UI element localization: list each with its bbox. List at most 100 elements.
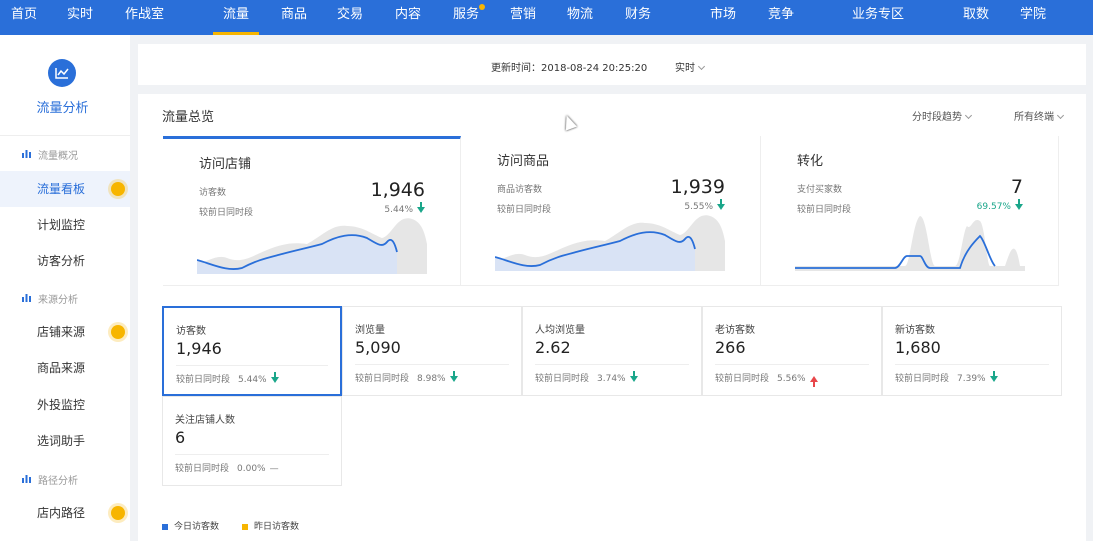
metric-value: 1,946 bbox=[176, 339, 222, 358]
sidebar-group-overview: 流量概况 bbox=[0, 143, 130, 165]
top-navigation: 首页 实时 作战室 流量 商品 交易 内容 服务 营销 物流 财务 市场 竞争 … bbox=[0, 0, 1093, 35]
sidebar-item-traffic-board[interactable]: 流量看板 bbox=[0, 171, 130, 207]
highlight-sun-icon bbox=[111, 182, 125, 196]
metric-label: 浏览量 bbox=[355, 325, 385, 336]
legend-label: 昨日访客数 bbox=[254, 522, 300, 532]
notification-dot-icon bbox=[479, 4, 486, 10]
sidebar-item-label: 计划监控 bbox=[37, 218, 86, 232]
legend-swatch bbox=[162, 523, 168, 530]
summary-card-store-visits[interactable]: 访问店铺 访客数 1,946 较前日同时段 5.44% bbox=[163, 136, 461, 286]
card-title: 访问店铺 bbox=[199, 157, 252, 172]
metric-label: 人均浏览量 bbox=[535, 325, 585, 336]
metric-label: 访客数 bbox=[176, 326, 206, 337]
panel-title: 流量总览 bbox=[162, 110, 215, 125]
update-time: 更新时间：2018-08-24 20:25:20 bbox=[491, 63, 648, 74]
sidebar-item-visitor-analysis[interactable]: 访客分析 bbox=[0, 243, 130, 279]
nav-service[interactable]: 服务 bbox=[453, 0, 486, 35]
sidebar-item-plan-monitor[interactable]: 计划监控 bbox=[0, 207, 130, 243]
sidebar-group-source: 来源分析 bbox=[0, 287, 130, 309]
divider bbox=[895, 364, 1049, 365]
metric-change: 8.98% bbox=[417, 374, 446, 384]
flat-dash-icon: — bbox=[269, 464, 279, 474]
arrow-down-icon bbox=[417, 201, 425, 213]
metric-change: 7.39% bbox=[957, 374, 986, 384]
nav-traffic[interactable]: 流量 bbox=[213, 0, 260, 35]
sidebar-item-product-source[interactable]: 商品来源 bbox=[0, 350, 130, 386]
metric-change: 5.44% bbox=[238, 375, 267, 385]
sidebar-item-keyword-helper[interactable]: 选词助手 bbox=[0, 423, 130, 459]
nav-competition[interactable]: 竞争 bbox=[768, 0, 794, 35]
legend-swatch bbox=[242, 523, 248, 530]
sidebar-item-label: 外投监控 bbox=[37, 398, 86, 412]
traffic-overview-panel: 流量总览 分时段趋势 所有终端 访问店铺 访客数 1,946 较前日同时段 5.… bbox=[138, 94, 1086, 541]
active-tab-indicator bbox=[213, 32, 260, 35]
summary-card-product-visits[interactable]: 访问商品 商品访客数 1,939 较前日同时段 5.55% bbox=[461, 136, 761, 286]
mode-select[interactable]: 实时 bbox=[675, 59, 706, 74]
nav-data-fetch[interactable]: 取数 bbox=[963, 0, 989, 35]
metric-compare: 较前日同时段 3.74% bbox=[535, 370, 638, 384]
arrow-down-icon bbox=[1015, 198, 1023, 210]
sparkline-chart bbox=[197, 218, 427, 274]
legend-yesterday[interactable]: 昨日访客数 bbox=[242, 519, 299, 532]
divider bbox=[176, 365, 328, 366]
metric-value: 2.62 bbox=[535, 338, 571, 357]
nav-transactions[interactable]: 交易 bbox=[337, 0, 363, 35]
metric-store-followers[interactable]: 关注店铺人数 6 较前日同时段 0.00% — bbox=[162, 396, 342, 486]
arrow-down-icon bbox=[717, 198, 725, 210]
summary-card-conversion[interactable]: 转化 支付买家数 7 较前日同时段 69.57% bbox=[761, 136, 1059, 286]
sparkline-chart bbox=[495, 215, 725, 271]
nav-business-zone[interactable]: 业务专区 bbox=[852, 0, 904, 35]
card-label: 支付买家数 bbox=[797, 185, 843, 195]
nav-market[interactable]: 市场 bbox=[710, 0, 736, 35]
chevron-down-icon bbox=[964, 111, 973, 120]
sidebar-item-store-source[interactable]: 店铺来源 bbox=[0, 314, 130, 350]
chevron-down-icon bbox=[1056, 111, 1065, 120]
terminal-select[interactable]: 所有终端 bbox=[1014, 108, 1065, 123]
sidebar-group-label: 路径分析 bbox=[38, 476, 78, 487]
metric-change: 3.74% bbox=[597, 374, 626, 384]
trend-select-value: 分时段趋势 bbox=[912, 112, 962, 123]
terminal-select-value: 所有终端 bbox=[1014, 112, 1054, 123]
nav-academy[interactable]: 学院 bbox=[1020, 0, 1046, 35]
sidebar-item-store-path[interactable]: 店内路径 bbox=[0, 495, 130, 531]
card-title: 转化 bbox=[797, 154, 824, 169]
metric-label: 老访客数 bbox=[715, 325, 755, 336]
metric-compare-label: 较前日同时段 bbox=[535, 374, 590, 384]
sidebar-item-label: 选词助手 bbox=[37, 434, 86, 448]
metric-visitors[interactable]: 访客数 1,946 较前日同时段 5.44% bbox=[162, 306, 342, 396]
nav-finance[interactable]: 财务 bbox=[625, 0, 651, 35]
metric-change: 5.56% bbox=[777, 374, 806, 384]
nav-war-room[interactable]: 作战室 bbox=[125, 0, 164, 35]
sidebar-item-label: 访客分析 bbox=[37, 254, 86, 268]
metric-compare-label: 较前日同时段 bbox=[355, 374, 410, 384]
nav-products[interactable]: 商品 bbox=[281, 0, 307, 35]
legend-today[interactable]: 今日访客数 bbox=[162, 519, 219, 532]
sidebar-item-label: 流量看板 bbox=[37, 182, 86, 196]
card-value: 7 bbox=[1010, 176, 1023, 198]
nav-content[interactable]: 内容 bbox=[395, 0, 421, 35]
nav-realtime[interactable]: 实时 bbox=[67, 0, 93, 35]
divider bbox=[175, 454, 329, 455]
nav-logistics[interactable]: 物流 bbox=[567, 0, 593, 35]
sidebar-item-external-monitor[interactable]: 外投监控 bbox=[0, 387, 130, 423]
nav-marketing[interactable]: 营销 bbox=[510, 0, 536, 35]
metric-pageviews[interactable]: 浏览量 5,090 较前日同时段 8.98% bbox=[342, 306, 522, 396]
traffic-chart-icon bbox=[48, 59, 76, 87]
sidebar-item-label: 店内路径 bbox=[37, 506, 86, 520]
sidebar-group-path: 路径分析 bbox=[0, 468, 130, 490]
metric-compare: 较前日同时段 0.00% — bbox=[175, 461, 279, 474]
metric-avg-pageviews[interactable]: 人均浏览量 2.62 较前日同时段 3.74% bbox=[522, 306, 702, 396]
metric-compare-label: 较前日同时段 bbox=[175, 464, 230, 474]
sidebar: 流量分析 流量概况 流量看板 计划监控 访客分析 来源分析 店铺来源 商品来源 … bbox=[0, 35, 130, 541]
arrow-up-icon bbox=[809, 375, 818, 387]
nav-home[interactable]: 首页 bbox=[11, 0, 37, 35]
metric-returning-visitors[interactable]: 老访客数 266 较前日同时段 5.56% bbox=[702, 306, 882, 396]
metric-new-visitors[interactable]: 新访客数 1,680 较前日同时段 7.39% bbox=[882, 306, 1062, 396]
metric-change: 0.00% bbox=[237, 464, 266, 474]
sidebar-item-label: 店铺来源 bbox=[37, 325, 86, 339]
legend-label: 今日访客数 bbox=[174, 522, 220, 532]
nav-service-label: 服务 bbox=[453, 7, 480, 22]
sparkline-chart bbox=[795, 216, 1025, 271]
trend-select[interactable]: 分时段趋势 bbox=[912, 108, 973, 123]
arrow-down-icon bbox=[629, 370, 638, 382]
